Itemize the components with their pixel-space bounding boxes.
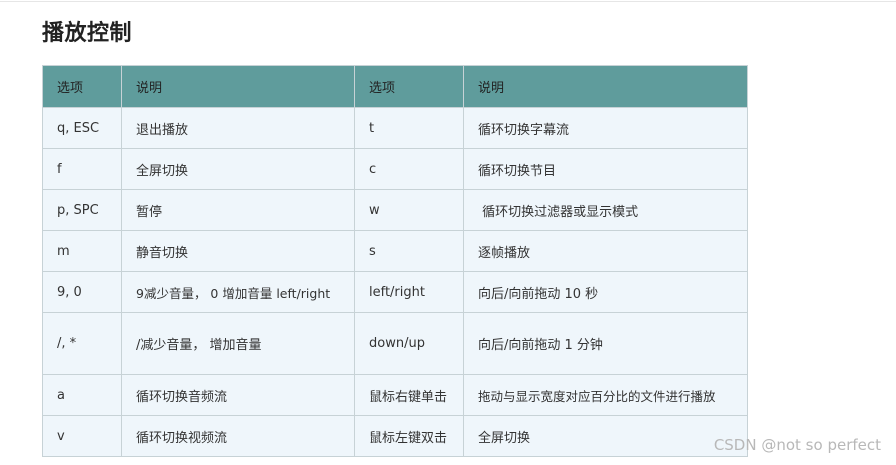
table-row: /, * /减少音量， 增加音量 down/up 向后/向前拖动 1 分钟 xyxy=(42,312,748,375)
header-cell-option-1: 选项 xyxy=(42,65,122,108)
table-cell: c xyxy=(354,148,464,190)
table-cell: m xyxy=(42,230,122,272)
table-cell: 静音切换 xyxy=(121,230,355,272)
csdn-watermark: CSDN @not so perfect xyxy=(713,436,881,454)
table-cell: p, SPC xyxy=(42,189,122,231)
table-cell: t xyxy=(354,107,464,149)
header-cell-description-2: 说明 xyxy=(463,65,748,108)
table-cell: 循环切换过滤器或显示模式 xyxy=(463,189,748,231)
table-cell: 9减少音量， 0 增加音量 left/right xyxy=(121,271,355,313)
table-row: v 循环切换视频流 鼠标左键双击 全屏切换 xyxy=(42,415,748,457)
table-cell: w xyxy=(354,189,464,231)
table-row: a 循环切换音频流 鼠标右键单击 拖动与显示宽度对应百分比的文件进行播放 xyxy=(42,374,748,416)
table-cell: /, * xyxy=(42,312,122,375)
table-cell: 循环切换视频流 xyxy=(121,415,355,457)
table-cell: 鼠标右键单击 xyxy=(354,374,464,416)
table-cell: s xyxy=(354,230,464,272)
table-cell: 全屏切换 xyxy=(463,415,748,457)
table-row: q, ESC 退出播放 t 循环切换字幕流 xyxy=(42,107,748,149)
section-heading: 播放控制 xyxy=(42,21,133,46)
table-row: m 静音切换 s 逐帧播放 xyxy=(42,230,748,272)
table-cell: down/up xyxy=(354,312,464,375)
header-cell-description-1: 说明 xyxy=(121,65,355,108)
table-cell: v xyxy=(42,415,122,457)
table-cell: f xyxy=(42,148,122,190)
table-cell: 9, 0 xyxy=(42,271,122,313)
table-cell: q, ESC xyxy=(42,107,122,149)
page: 播放控制 选项 说明 选项 说明 q, ESC 退出播放 t 循环切换字幕流 f… xyxy=(0,0,896,465)
table-row: f 全屏切换 c 循环切换节目 xyxy=(42,148,748,190)
table-cell: /减少音量， 增加音量 xyxy=(121,312,355,375)
table-cell: 鼠标左键双击 xyxy=(354,415,464,457)
table-cell: 向后/向前拖动 10 秒 xyxy=(463,271,748,313)
table-cell: 循环切换音频流 xyxy=(121,374,355,416)
table-cell: 拖动与显示宽度对应百分比的文件进行播放 xyxy=(463,374,748,416)
table-row: 9, 0 9减少音量， 0 增加音量 left/right left/right… xyxy=(42,271,748,313)
table-cell: 全屏切换 xyxy=(121,148,355,190)
table-cell: 暂停 xyxy=(121,189,355,231)
header-cell-option-2: 选项 xyxy=(354,65,464,108)
table-cell: a xyxy=(42,374,122,416)
table-cell: 向后/向前拖动 1 分钟 xyxy=(463,312,748,375)
table-row: p, SPC 暂停 w 循环切换过滤器或显示模式 xyxy=(42,189,748,231)
table-cell: 循环切换字幕流 xyxy=(463,107,748,149)
table-cell: left/right xyxy=(354,271,464,313)
table-header-row: 选项 说明 选项 说明 xyxy=(42,65,748,108)
table-cell: 逐帧播放 xyxy=(463,230,748,272)
table-cell: 循环切换节目 xyxy=(463,148,748,190)
table-cell: 退出播放 xyxy=(121,107,355,149)
top-divider xyxy=(0,1,896,2)
playback-controls-table: 选项 说明 选项 说明 q, ESC 退出播放 t 循环切换字幕流 f 全屏切换… xyxy=(42,65,748,457)
